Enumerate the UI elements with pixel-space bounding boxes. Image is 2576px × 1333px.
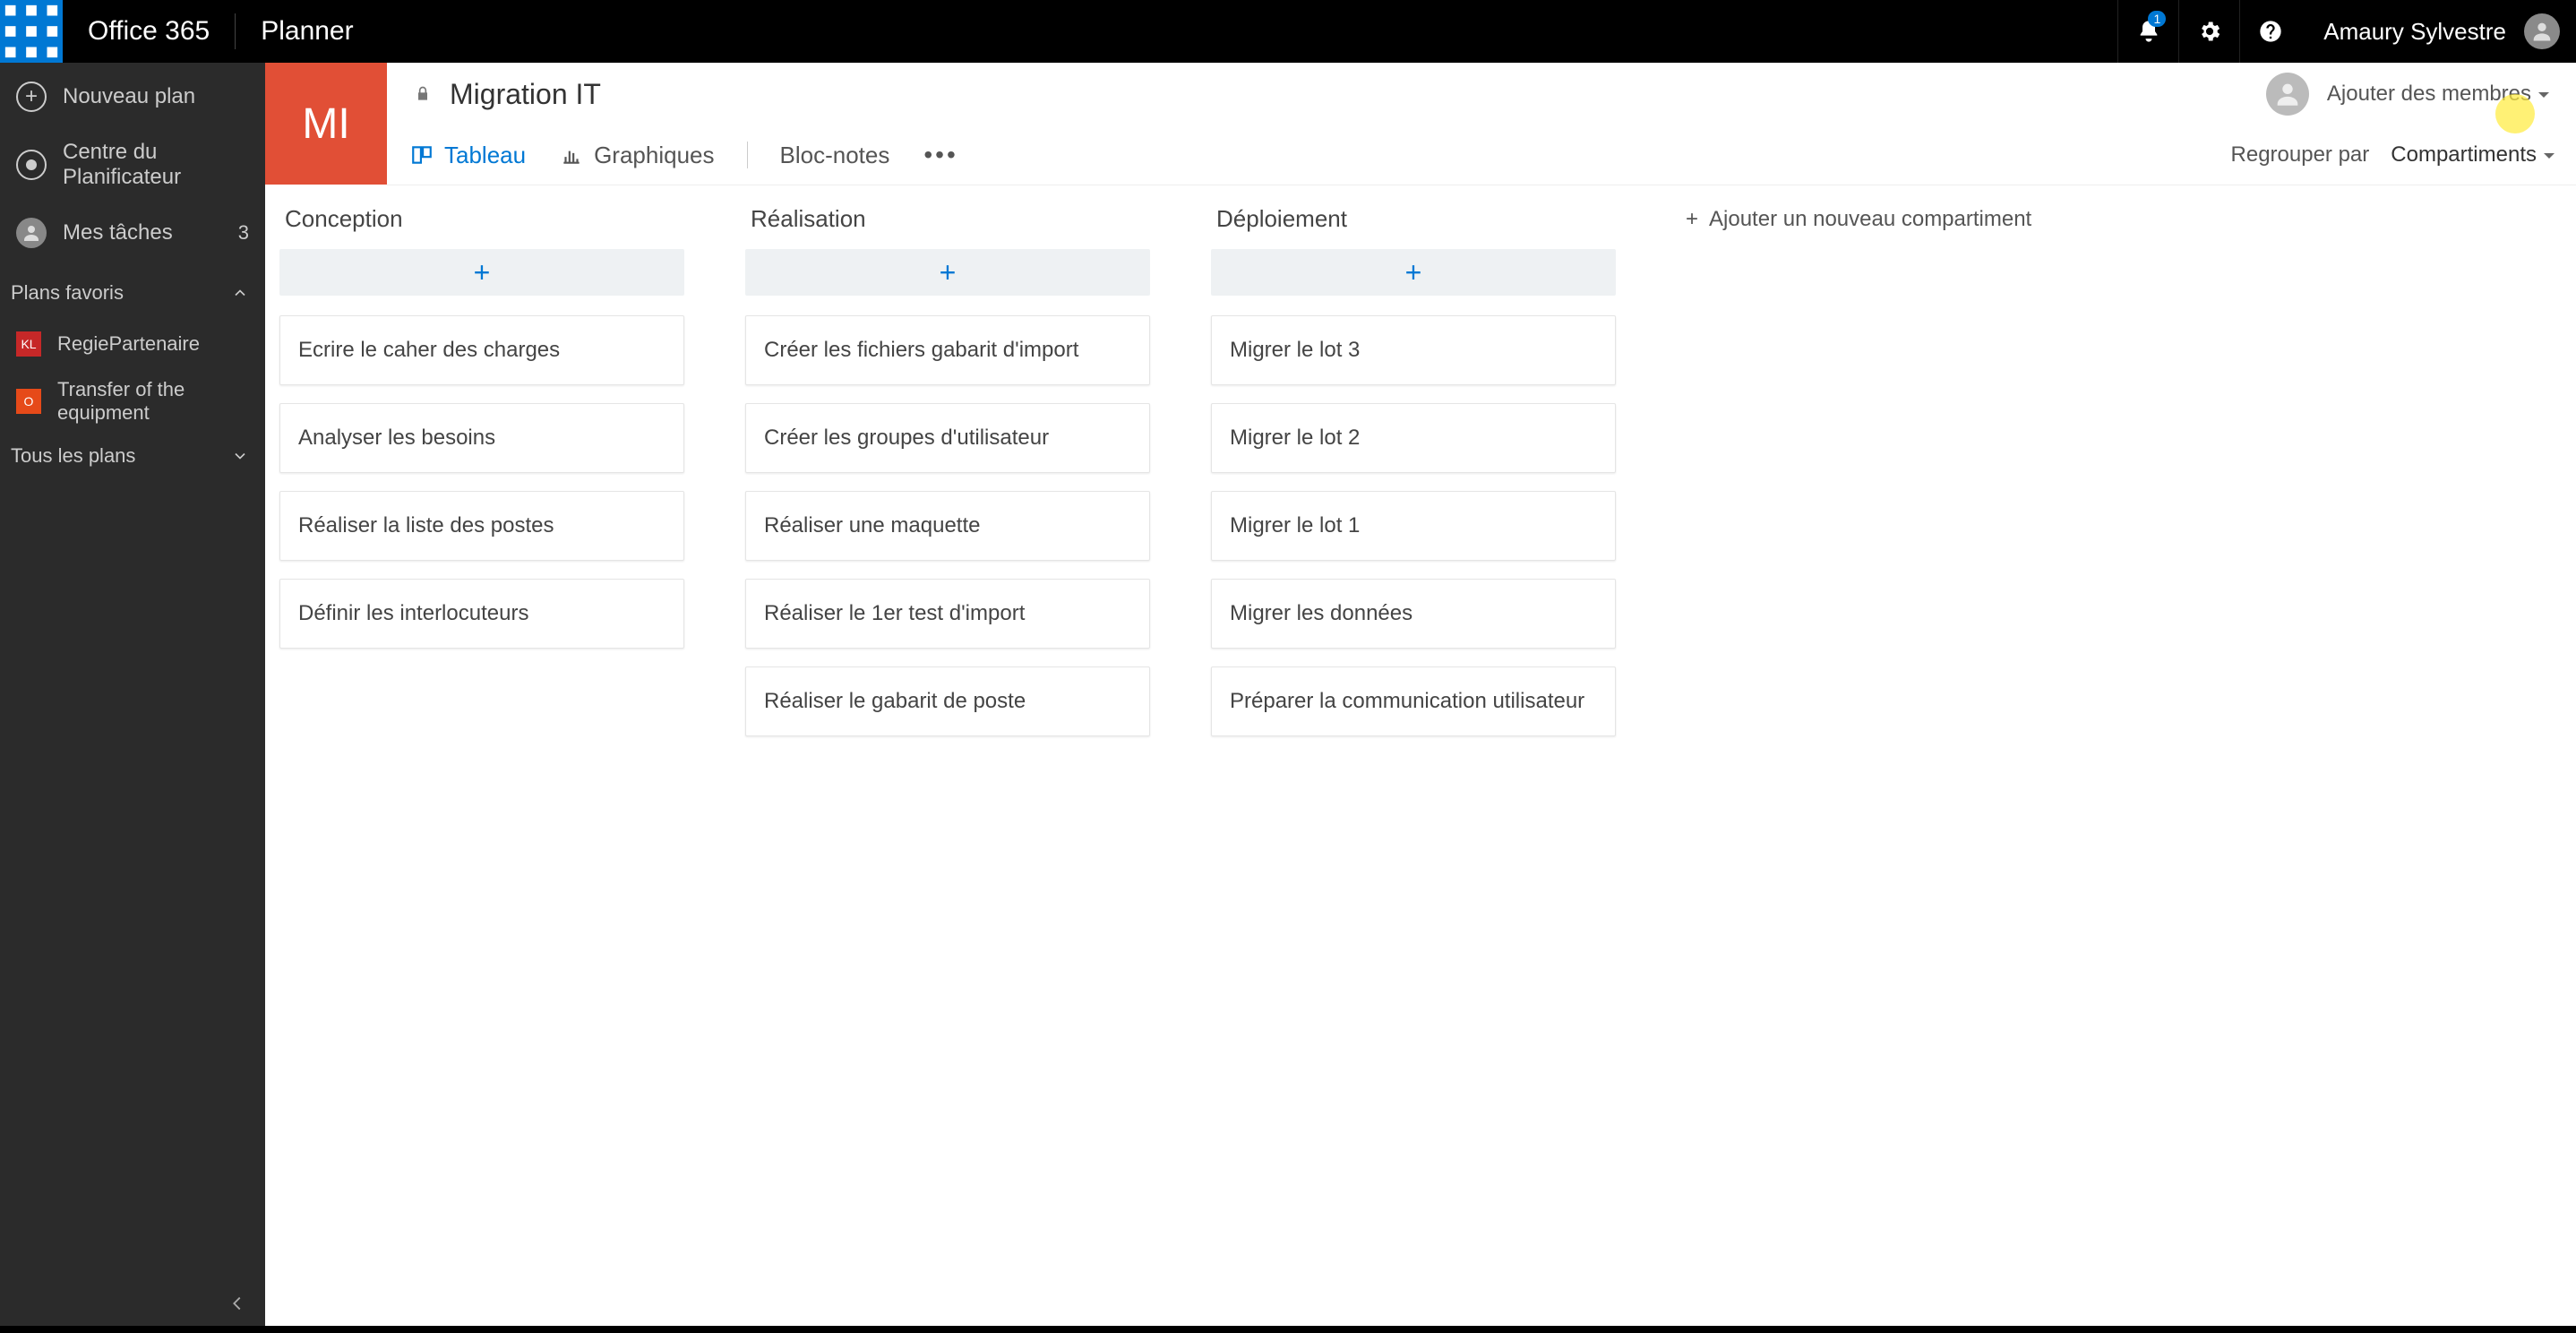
settings-button[interactable] [2178,0,2239,63]
favorite-plans-header[interactable]: Plans favoris [0,267,265,315]
task-card[interactable]: Ecrire le caher des charges [279,315,684,385]
collapse-nav-button[interactable] [228,1294,247,1313]
chevron-left-icon [228,1294,247,1313]
favorite-plan-item[interactable]: KL RegiePartenaire [0,315,265,373]
user-avatar[interactable] [2524,13,2560,49]
ellipsis-icon: ••• [923,141,957,169]
person-icon [2272,79,2303,109]
user-name-label[interactable]: Amaury Sylvestre [2300,18,2524,46]
person-icon [2529,19,2555,44]
bucket: Réalisation+ Créer les fichiers gabarit d… [745,194,1150,1308]
plus-icon: + [1686,207,1698,231]
notifications-button[interactable]: 1 [2117,0,2178,63]
plan-title: Migration IT [450,78,601,111]
favorite-plans-label: Plans favoris [11,281,124,305]
bucket-title[interactable]: Réalisation [745,194,1150,249]
task-card[interactable]: Créer les fichiers gabarit d'import [745,315,1150,385]
divider [747,142,748,168]
group-by-dropdown[interactable]: Compartiments [2391,142,2555,168]
task-card[interactable]: Analyser les besoins [279,403,684,473]
task-card[interactable]: Réaliser la liste des postes [279,491,684,561]
chevron-up-icon [231,284,249,302]
suite-header: Office 365 Planner 1 Amaury Sylvestre [0,0,2576,63]
plan-title-row: Migration IT Ajouter des membres [387,63,2576,125]
new-plan-label: Nouveau plan [63,84,195,109]
member-avatar[interactable] [2266,73,2309,116]
lock-icon [414,85,432,103]
task-card[interactable]: Migrer le lot 2 [1211,403,1616,473]
task-card[interactable]: Réaliser le 1er test d'import [745,579,1150,649]
add-task-button[interactable]: + [1211,249,1616,296]
bucket: Déploiement+ Migrer le lot 3 Migrer le lot… [1211,194,1616,1308]
favorite-plan-name: Transfer of the equipment [57,378,249,425]
group-by-label: Regrouper par [2231,142,2370,168]
task-card[interactable]: Migrer le lot 3 [1211,315,1616,385]
suite-product-label[interactable]: Office 365 [63,16,235,47]
os-taskbar [0,1326,2576,1333]
favorite-plan-name: RegiePartenaire [57,332,200,356]
plan-header: MI Migration IT Ajouter des membres [265,63,2576,185]
add-members-button[interactable]: Ajouter des membres [2327,82,2549,107]
all-plans-label: Tous les plans [11,444,135,468]
chart-icon [560,143,583,167]
my-tasks-label: Mes tâches [63,220,173,245]
tab-charts[interactable]: Graphiques [558,138,716,173]
bucket-title[interactable]: Déploiement [1211,194,1616,249]
plan-swatch-icon: O [16,389,41,414]
task-card[interactable]: Migrer les données [1211,579,1616,649]
hub-icon [16,150,47,180]
task-card[interactable]: Réaliser une maquette [745,491,1150,561]
hub-link[interactable]: Centre du Planificateur [0,131,265,199]
more-menu-button[interactable]: ••• [922,137,959,173]
my-tasks-count: 3 [238,221,249,245]
person-icon [16,218,47,248]
hub-label: Centre du Planificateur [63,140,249,190]
plan-swatch-icon: KL [16,331,41,357]
plus-circle-icon [16,82,47,112]
app-name[interactable]: Planner [236,16,378,47]
board: Conception+Ecrire le caher des chargesAn… [265,185,2576,1326]
notification-badge: 1 [2148,11,2166,27]
bucket: Conception+ Ecrire le caher des charges An… [279,194,684,1308]
favorite-plan-item[interactable]: O Transfer of the equipment [0,373,265,430]
task-card[interactable]: Définir les interlocuteurs [279,579,684,649]
tab-board-label: Tableau [444,142,526,169]
my-tasks-link[interactable]: Mes tâches 3 [0,199,265,267]
plan-tile: MI [265,63,387,185]
help-icon [2258,19,2283,44]
new-plan-button[interactable]: Nouveau plan [0,63,265,131]
task-card[interactable]: Réaliser le gabarit de poste [745,666,1150,736]
left-navigation: Nouveau plan Centre du Planificateur Mes… [0,63,265,1326]
main-panel: MI Migration IT Ajouter des membres [265,63,2576,1326]
bucket-title[interactable]: Conception [279,194,684,249]
tab-notebook-label: Bloc-notes [780,142,890,169]
add-bucket-label: Ajouter un nouveau compartiment [1709,207,2031,231]
add-task-button[interactable]: + [745,249,1150,296]
waffle-icon [0,0,63,63]
chevron-down-icon [231,447,249,465]
all-plans-header[interactable]: Tous les plans [0,430,265,478]
task-card[interactable]: Migrer le lot 1 [1211,491,1616,561]
board-icon [410,143,434,167]
tab-notebook[interactable]: Bloc-notes [778,138,892,173]
task-card[interactable]: Créer les groupes d'utilisateur [745,403,1150,473]
tab-board[interactable]: Tableau [408,138,528,173]
gear-icon [2197,19,2222,44]
app-launcher-button[interactable] [0,0,63,63]
help-button[interactable] [2239,0,2300,63]
plan-tabs: Tableau Graphiques Bloc-notes ••• Regrou [387,125,2576,185]
task-card[interactable]: Préparer la communication utilisateur [1211,666,1616,736]
tab-charts-label: Graphiques [594,142,714,169]
add-task-button[interactable]: + [279,249,684,296]
add-bucket-button[interactable]: + Ajouter un nouveau compartiment [1677,194,2040,1308]
